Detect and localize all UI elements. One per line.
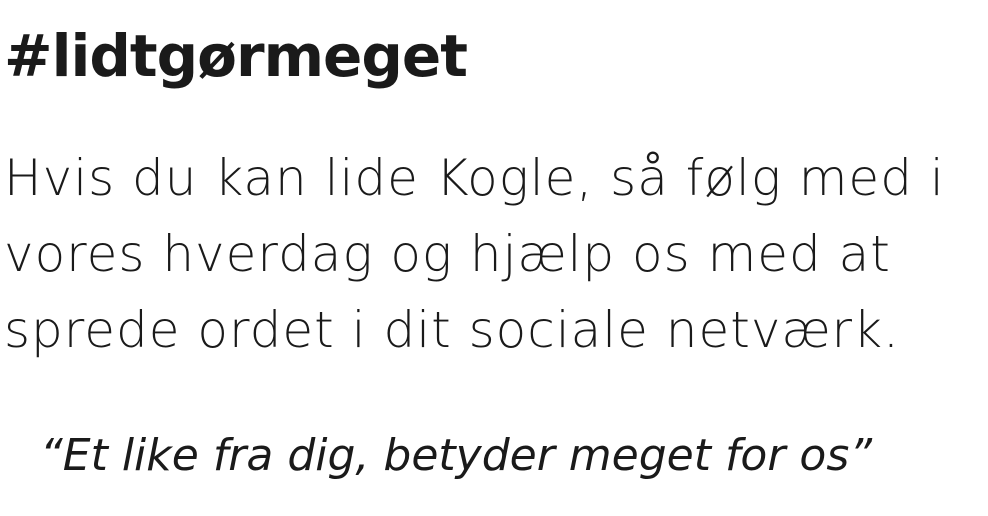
body-paragraph: Hvis du kan lide Kogle, så følg med i vo… xyxy=(4,140,984,368)
body-line: sprede ordet i dit sociale netværk. xyxy=(4,301,900,359)
hashtag-heading: #lidtgørmeget xyxy=(4,22,468,90)
body-line: vores hverdag og hjælp os med at xyxy=(4,225,891,283)
body-line: Hvis du kan lide Kogle, så følg med i xyxy=(4,149,945,207)
quote-text: “Et like fra dig, betyder meget for os” xyxy=(40,430,873,481)
